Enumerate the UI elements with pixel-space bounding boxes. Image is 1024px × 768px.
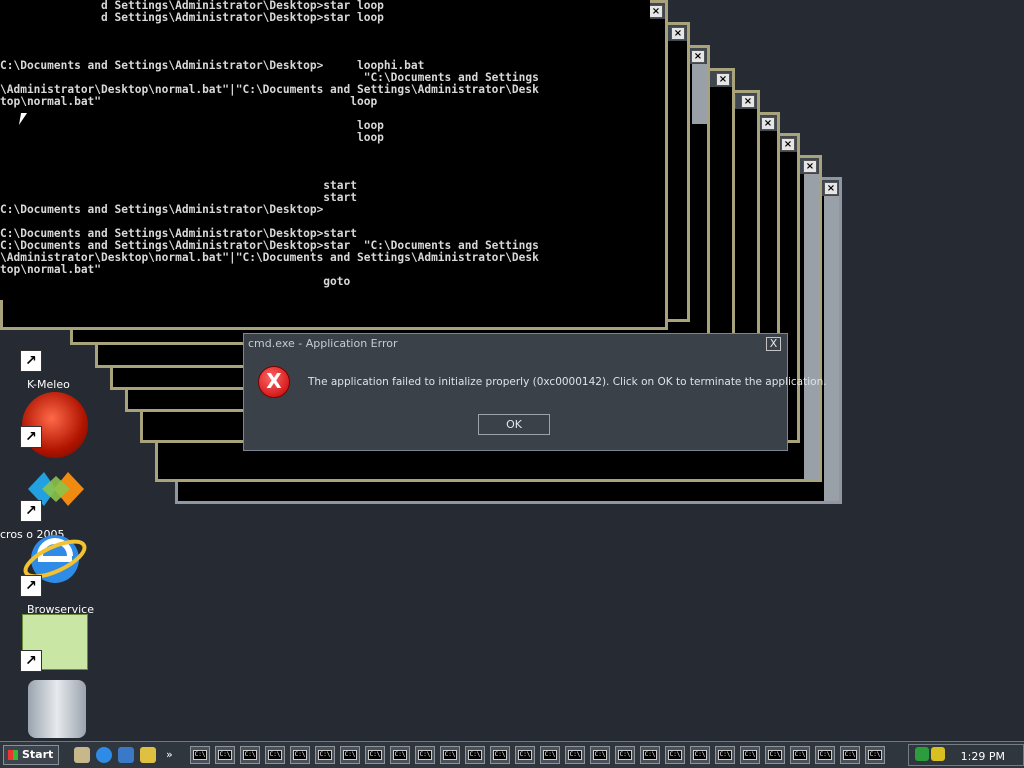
cmd-window-icon: C:\	[668, 750, 682, 760]
taskbar-cmd-button[interactable]: C:\	[290, 746, 310, 764]
taskbar-cmd-button[interactable]: C:\	[240, 746, 260, 764]
start-button[interactable]: Start	[3, 745, 59, 765]
cmd-window-icon: C:\	[468, 750, 482, 760]
cmd-window-icon: C:\	[268, 750, 282, 760]
taskbar-cmd-button[interactable]: C:\	[815, 746, 835, 764]
windows-logo-icon	[8, 750, 18, 760]
start-label: Start	[22, 748, 54, 761]
cmd-window-icon: C:\	[868, 750, 882, 760]
taskbar-cmd-button[interactable]: C:\	[190, 746, 210, 764]
console-text: d Settings\Administrator\Desktop>star lo…	[0, 0, 539, 288]
chevron-right-icon[interactable]: »	[166, 748, 173, 761]
ok-button[interactable]: OK	[478, 414, 550, 435]
close-icon[interactable]: ×	[824, 182, 838, 195]
close-icon[interactable]: ×	[649, 5, 663, 18]
cmd-window-icon: C:\	[343, 750, 357, 760]
taskbar-cmd-button[interactable]: C:\	[640, 746, 660, 764]
desktop-icon-label[interactable]: K-Meleo	[27, 378, 70, 391]
shortcut-arrow-icon: ↗	[20, 500, 42, 522]
close-icon[interactable]: ×	[761, 117, 775, 130]
taskbar-cmd-button[interactable]: C:\	[790, 746, 810, 764]
taskbar-cmd-button[interactable]: C:\	[840, 746, 860, 764]
taskbar-cmd-button[interactable]: C:\	[665, 746, 685, 764]
taskbar-cmd-button[interactable]: C:\	[765, 746, 785, 764]
clock[interactable]: 1:29 PM	[961, 750, 1005, 763]
network-tray-icon[interactable]	[915, 747, 929, 761]
taskbar-cmd-button[interactable]: C:\	[590, 746, 610, 764]
taskbar-cmd-button[interactable]: C:\	[865, 746, 885, 764]
close-icon[interactable]: ×	[803, 160, 817, 173]
taskbar-cmd-button[interactable]: C:\	[540, 746, 560, 764]
outlook-quicklaunch-icon[interactable]	[118, 747, 134, 763]
system-tray: 1:29 PM	[908, 744, 1024, 766]
taskbar-cmd-button[interactable]: C:\	[265, 746, 285, 764]
close-icon[interactable]: ×	[741, 95, 755, 108]
cmd-window-icon: C:\	[443, 750, 457, 760]
taskbar-cmd-button[interactable]: C:\	[690, 746, 710, 764]
scrollbar[interactable]	[804, 174, 819, 479]
close-icon[interactable]: ×	[781, 138, 795, 151]
shortcut-arrow-icon: ↗	[20, 426, 42, 448]
dialog-title: cmd.exe - Application Error	[248, 337, 398, 350]
error-icon: X	[258, 366, 290, 398]
taskbar-cmd-button[interactable]: C:\	[465, 746, 485, 764]
cmd-window-icon: C:\	[543, 750, 557, 760]
taskbar-cmd-button[interactable]: C:\	[390, 746, 410, 764]
taskbar-cmd-button[interactable]: C:\	[415, 746, 435, 764]
cmd-window-icon: C:\	[493, 750, 507, 760]
show-desktop-icon[interactable]	[74, 747, 90, 763]
cmd-window-icon: C:\	[393, 750, 407, 760]
ie-quicklaunch-icon[interactable]	[96, 747, 112, 763]
kmeleon-icon[interactable]	[22, 392, 88, 458]
shortcut-arrow-icon: ↗	[20, 350, 42, 372]
taskbar-cmd-button[interactable]: C:\	[740, 746, 760, 764]
cmd-window-icon: C:\	[518, 750, 532, 760]
cmd-window-icon: C:\	[793, 750, 807, 760]
messenger-quicklaunch-icon[interactable]	[140, 747, 156, 763]
cmd-window-icon: C:\	[368, 750, 382, 760]
shortcut-arrow-icon: ↗	[20, 650, 42, 672]
cmd-window-icon: C:\	[618, 750, 632, 760]
taskbar-cmd-button[interactable]: C:\	[440, 746, 460, 764]
recycle-bin-icon[interactable]	[28, 680, 86, 738]
taskbar-cmd-button[interactable]: C:\	[615, 746, 635, 764]
scrollbar[interactable]	[824, 196, 839, 501]
cmd-window-icon: C:\	[218, 750, 232, 760]
close-icon[interactable]: ×	[691, 50, 705, 63]
close-button[interactable]: X	[766, 337, 781, 351]
cmd-window-icon: C:\	[643, 750, 657, 760]
console-output[interactable]: d Settings\Administrator\Desktop>star lo…	[0, 0, 650, 300]
cmd-window-icon: C:\	[318, 750, 332, 760]
cmd-window-icon: C:\	[718, 750, 732, 760]
scrollbar[interactable]	[692, 64, 707, 124]
cmd-window-icon: C:\	[743, 750, 757, 760]
taskbar-cmd-button[interactable]: C:\	[565, 746, 585, 764]
cmd-window-icon: C:\	[293, 750, 307, 760]
cmd-window-icon: C:\	[818, 750, 832, 760]
cmd-window-icon: C:\	[768, 750, 782, 760]
taskbar-cmd-button[interactable]: C:\	[315, 746, 335, 764]
taskbar-cmd-button[interactable]: C:\	[215, 746, 235, 764]
error-message: The application failed to initialize pro…	[308, 376, 827, 388]
cmd-window-icon: C:\	[418, 750, 432, 760]
cmd-window-icon: C:\	[568, 750, 582, 760]
taskbar-cmd-button[interactable]: C:\	[490, 746, 510, 764]
error-dialog[interactable]: cmd.exe - Application Error X X The appl…	[243, 333, 827, 451]
security-tray-icon[interactable]	[931, 747, 945, 761]
close-icon[interactable]: ×	[716, 73, 730, 86]
cmd-window-icon: C:\	[243, 750, 257, 760]
taskbar: Start » C:\ C:\ C:\ C:\ C:\ C:\ C:\ C:\ C:\ C:\ C:…	[0, 741, 1024, 768]
close-icon[interactable]: ×	[671, 27, 685, 40]
cmd-window-icon: C:\	[843, 750, 857, 760]
cmd-window-icon: C:\	[593, 750, 607, 760]
taskbar-cmd-button[interactable]: C:\	[515, 746, 535, 764]
taskbar-cmd-button[interactable]: C:\	[340, 746, 360, 764]
taskbar-cmd-button[interactable]: C:\	[365, 746, 385, 764]
cmd-window-icon: C:\	[193, 750, 207, 760]
cmd-window-icon: C:\	[693, 750, 707, 760]
shortcut-arrow-icon: ↗	[20, 575, 42, 597]
taskbar-cmd-button[interactable]: C:\	[715, 746, 735, 764]
